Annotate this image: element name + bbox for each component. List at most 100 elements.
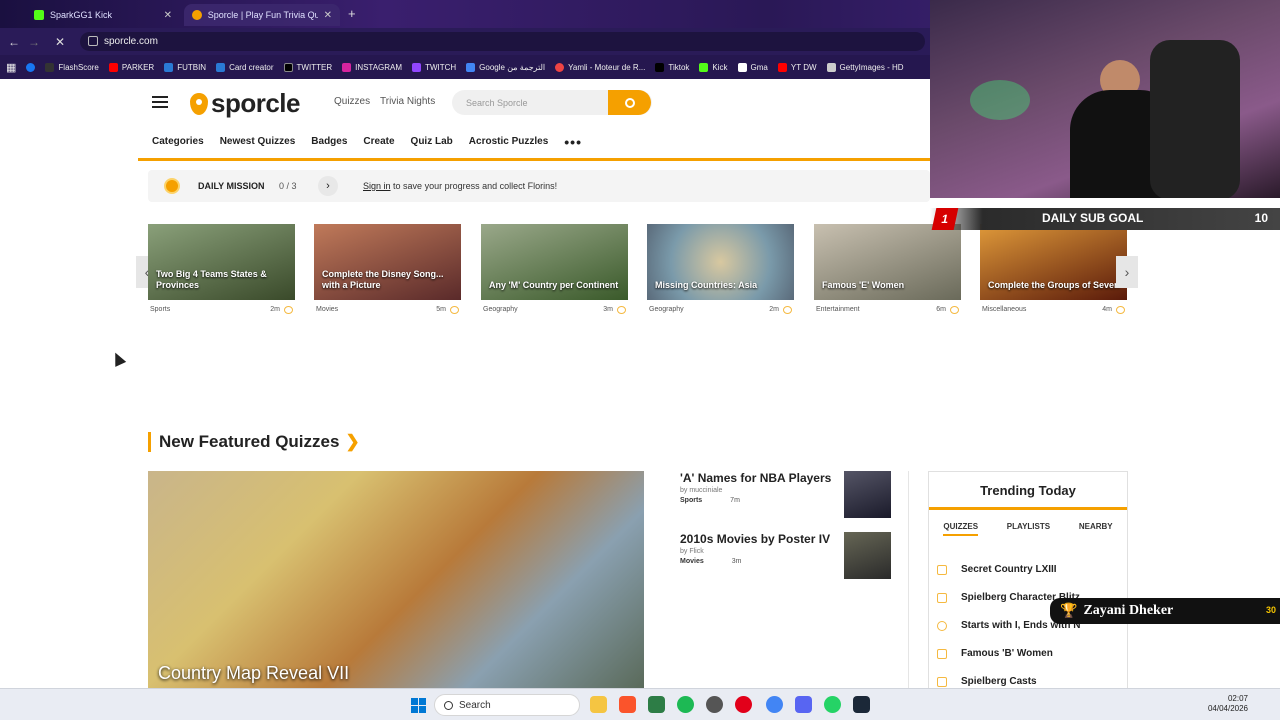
bookmark-twitter[interactable]: TWITTER — [283, 62, 332, 72]
mission-text: Sign in to save your progress and collec… — [363, 181, 558, 191]
badge-icon — [783, 306, 792, 314]
nav-quizzes[interactable]: Quizzes — [334, 96, 370, 107]
mission-next-button[interactable]: › — [318, 176, 338, 196]
clock-time: 02:07 — [1227, 694, 1248, 703]
card-image: Two Big 4 Teams States & Provinces — [148, 224, 295, 300]
windows-start-icon[interactable] — [411, 698, 426, 713]
url-text: sporcle.com — [104, 36, 158, 47]
bookmark-parker[interactable]: PARKER — [108, 62, 154, 72]
card-image: Complete the Disney Song... with a Pictu… — [314, 224, 461, 300]
tab-playlists[interactable]: PLAYLISTS — [1007, 522, 1050, 536]
clock[interactable]: 02:07 04/04/2026 — [1208, 694, 1248, 715]
catnav-categories[interactable]: Categories — [152, 136, 204, 147]
close-icon[interactable]: ✕ — [324, 10, 332, 21]
forward-icon[interactable]: → — [24, 35, 44, 49]
apps-grid-icon[interactable]: ▦ — [6, 61, 16, 74]
featured-quiz-main[interactable]: Country Map Reveal VII — [148, 471, 644, 688]
site-info-icon[interactable] — [88, 36, 98, 46]
catnav-create[interactable]: Create — [363, 136, 394, 147]
opera-icon[interactable] — [735, 696, 752, 713]
bookmark-futbin[interactable]: FUTBIN — [164, 62, 206, 72]
side-quiz-image[interactable] — [844, 532, 891, 579]
stream-alert: 🏆 Zayani Dheker 30 — [1050, 598, 1280, 624]
carousel-next-button[interactable]: › — [1116, 256, 1138, 288]
sporcle-logo[interactable]: sporcle — [190, 88, 301, 119]
bookmark-twitch[interactable]: TWITCH — [412, 62, 456, 72]
bookmark-tiktok[interactable]: Tiktok — [655, 62, 689, 72]
side-quiz-image[interactable] — [844, 471, 891, 518]
catnav-acrostic-puzzles[interactable]: Acrostic Puzzles — [469, 136, 548, 147]
divider — [908, 471, 909, 688]
medal-icon — [164, 178, 180, 194]
trending-title: Trending Today — [929, 472, 1127, 510]
screen: SparkGG1 Kick ✕ Sporcle | Play Fun Trivi… — [0, 0, 1280, 720]
bookmark-yt-dw[interactable]: YT DW — [777, 62, 817, 72]
brave-icon[interactable] — [619, 696, 636, 713]
file-explorer-icon[interactable] — [590, 696, 607, 713]
tab-kick[interactable]: SparkGG1 Kick ✕ — [26, 4, 180, 26]
signin-link[interactable]: Sign in — [363, 181, 391, 191]
film-icon — [937, 676, 947, 687]
close-icon[interactable]: ✕ — [164, 10, 172, 21]
bookmark-google-translate[interactable]: Google الترجمة من — [466, 62, 545, 72]
nav-trivia-nights[interactable]: Trivia Nights — [380, 96, 435, 107]
terminal-icon[interactable] — [648, 696, 665, 713]
clock-date: 04/04/2026 — [1207, 704, 1248, 714]
bookmark-kick[interactable]: Kick — [699, 62, 728, 72]
side-quiz[interactable]: 'A' Names for NBA Players by mucciniale … — [680, 471, 840, 504]
bookmark-gmail[interactable]: Gma — [737, 62, 768, 72]
windows-taskbar: Search 02:07 04/04/2026 — [0, 688, 1280, 720]
card-image: Complete the Groups of Seven — [980, 224, 1127, 300]
chat-icon — [937, 620, 947, 631]
carousel-card[interactable]: Any 'M' Country per Continent Geography 3… — [481, 224, 628, 320]
menu-icon[interactable] — [152, 96, 168, 108]
search-button[interactable] — [608, 90, 651, 115]
catnav-newest-quizzes[interactable]: Newest Quizzes — [220, 136, 296, 147]
steam-client-icon[interactable] — [706, 696, 723, 713]
tab-sporcle[interactable]: Sporcle | Play Fun Trivia Quizzes ✕ — [184, 4, 340, 26]
bookmark-instagram[interactable]: INSTAGRAM — [342, 62, 402, 72]
featured-title: Country Map Reveal VII — [158, 663, 350, 683]
carousel-card[interactable]: Complete the Disney Song... with a Pictu… — [314, 224, 461, 320]
new-tab-button[interactable]: + — [348, 6, 356, 21]
tab-nearby[interactable]: NEARBY — [1079, 522, 1113, 536]
carousel-card[interactable]: Complete the Groups of Seven Miscellaneo… — [980, 224, 1127, 320]
more-icon[interactable]: ••• — [564, 134, 582, 150]
catnav-badges[interactable]: Badges — [311, 136, 347, 147]
trending-item[interactable]: Spielberg Casts — [937, 676, 1037, 687]
tab-quizzes[interactable]: QUIZZES — [943, 522, 979, 536]
back-icon[interactable]: ← — [4, 35, 24, 49]
catnav-quiz-lab[interactable]: Quiz Lab — [411, 136, 453, 147]
trophy-icon: 🏆 — [1060, 603, 1078, 619]
badge-icon — [950, 306, 959, 314]
facebook-bookmark[interactable] — [26, 62, 36, 72]
stop-icon[interactable]: ✕ — [50, 35, 70, 49]
daily-mission-bar: DAILY MISSION 0 / 3 › Sign in to save yo… — [148, 170, 930, 202]
sub-goal-label: DAILY SUB GOAL — [1042, 211, 1144, 225]
carousel-card[interactable]: Two Big 4 Teams States & Provinces Sport… — [148, 224, 295, 320]
discord-icon[interactable] — [795, 696, 812, 713]
spotify-icon[interactable] — [677, 696, 694, 713]
sub-goal-target: 10 — [1254, 211, 1268, 225]
url-field[interactable]: sporcle.com — [80, 32, 925, 51]
sub-goal-current: 1 — [931, 208, 959, 230]
alert-name: Zayani Dheker — [1083, 603, 1174, 618]
side-quiz[interactable]: 2010s Movies by Poster IV by Flick Movie… — [680, 532, 840, 565]
bookmark-flashscore[interactable]: FlashScore — [45, 62, 99, 72]
bookmark-gettyimages[interactable]: GettyImages - HD — [826, 62, 904, 72]
taskbar-search[interactable]: Search — [434, 694, 580, 716]
whatsapp-icon[interactable] — [824, 696, 841, 713]
carousel-card[interactable]: Famous 'E' Women Entertainment 6m — [814, 224, 961, 320]
badge-icon — [284, 306, 293, 314]
webcam-overlay — [930, 0, 1280, 198]
carousel-card[interactable]: Missing Countries: Asia Geography 2m — [647, 224, 794, 320]
chrome-icon[interactable] — [766, 696, 783, 713]
bookmark-card-creator[interactable]: Card creator — [216, 62, 274, 72]
card-image: Any 'M' Country per Continent — [481, 224, 628, 300]
steam-icon[interactable] — [853, 696, 870, 713]
chevron-right-icon: ❯ — [345, 432, 360, 451]
trending-item[interactable]: Secret Country LXIII — [937, 564, 1057, 575]
bookmark-yamli[interactable]: Yamli - Moteur de R... — [555, 62, 645, 72]
trending-item[interactable]: Famous 'B' Women — [937, 648, 1053, 659]
site-header: sporcle Quizzes Trivia Nights Search Spo… — [138, 80, 930, 125]
